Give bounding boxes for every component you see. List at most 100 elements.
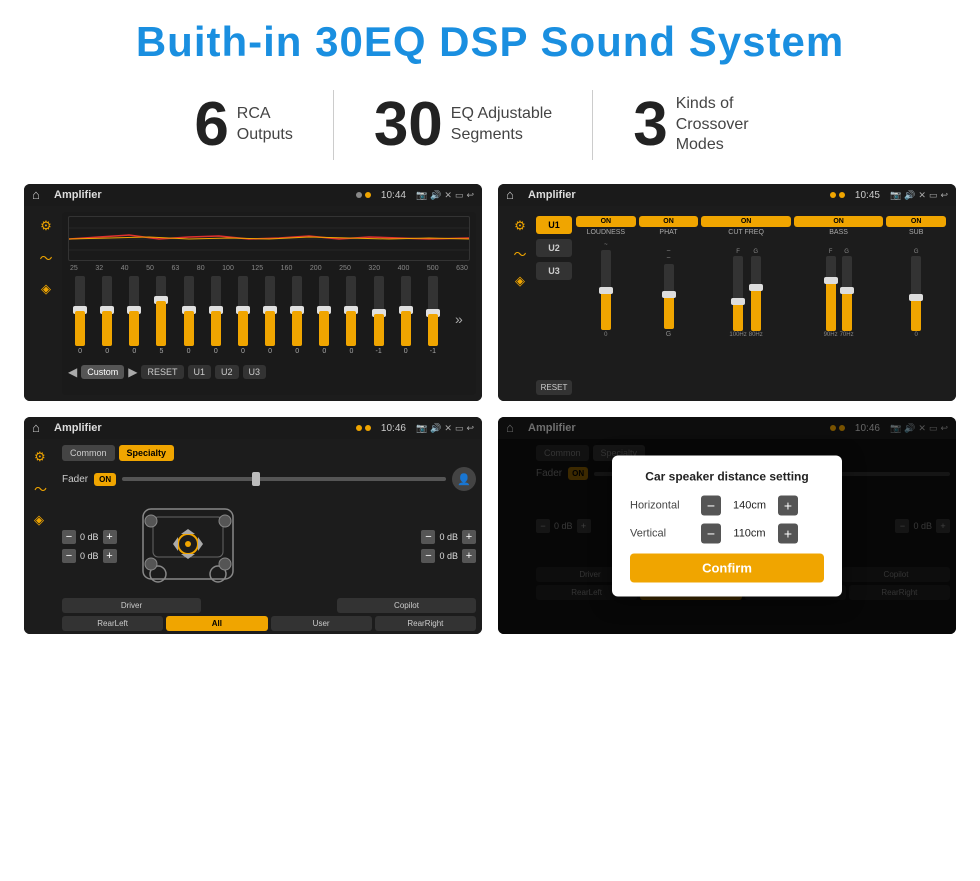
u1-btn[interactable]: U1 (188, 365, 212, 379)
xover-status-icons: 📷 🔊 ✕ ▭ ↩ (890, 190, 948, 201)
eq-slider-5[interactable]: 0 (211, 276, 221, 361)
horizontal-minus-btn[interactable]: − (701, 495, 721, 515)
eq-slider-6[interactable]: 0 (238, 276, 248, 361)
eq-slider-0[interactable]: 0 (75, 276, 85, 361)
freq-160: 160 (281, 265, 293, 272)
fader-thumb[interactable] (252, 472, 260, 486)
vertical-plus-btn[interactable]: + (778, 523, 798, 543)
copilot-btn[interactable]: Copilot (337, 598, 476, 613)
expand-icon[interactable]: » (455, 311, 463, 327)
eq-slider-12[interactable]: 0 (401, 276, 411, 361)
spk-fader-row: Fader ON 👤 (62, 467, 476, 491)
reset-btn[interactable]: RESET (141, 365, 183, 379)
eq-slider-4[interactable]: 0 (184, 276, 194, 361)
preset-custom-btn[interactable]: Custom (81, 365, 124, 379)
ch-on-bass[interactable]: ON (794, 216, 884, 227)
close-icon: ✕ (444, 190, 452, 201)
eq-content: ⚙ 〜 ◈ (24, 206, 482, 401)
avatar-btn[interactable]: 👤 (452, 467, 476, 491)
xover-reset-btn[interactable]: RESET (536, 380, 572, 395)
eq-slider-9[interactable]: 0 (319, 276, 329, 361)
eq-left-icons: ⚙ 〜 ◈ (30, 212, 62, 395)
eq-status-icons: 📷 🔊 ✕ ▭ ↩ (416, 190, 474, 201)
tab-specialty[interactable]: Specialty (119, 445, 175, 461)
spk-eq-icon[interactable]: ⚙ (34, 449, 58, 465)
tab-common[interactable]: Common (62, 445, 115, 461)
vol-rl-plus[interactable]: + (103, 549, 117, 563)
spk-wave-icon[interactable]: 〜 (34, 479, 58, 498)
spk-content: ⚙ 〜 ◈ Common Specialty Fader ON 👤 (24, 439, 482, 634)
vol-rr-plus[interactable]: + (462, 549, 476, 563)
vol-row-rr: − 0 dB + (421, 549, 476, 563)
back-icon[interactable]: ↩ (466, 190, 474, 201)
eq-slider-2[interactable]: 0 (129, 276, 139, 361)
user-btn[interactable]: User (271, 616, 372, 631)
home-icon[interactable]: ⌂ (32, 187, 48, 203)
eq-slider-8[interactable]: 0 (292, 276, 302, 361)
camera-icon: 📷 (416, 190, 427, 201)
vol-fr-plus[interactable]: + (462, 530, 476, 544)
vertical-row: Vertical − 110cm + (630, 523, 824, 543)
distance-dialog: Car speaker distance setting Horizontal … (612, 455, 842, 596)
all-btn[interactable]: All (166, 616, 267, 631)
xover-status-bar: ⌂ Amplifier 10:45 📷 🔊 ✕ ▭ ↩ (498, 184, 956, 206)
spk-bottom-row1: Driver Copilot (62, 598, 476, 613)
fader-label: Fader (62, 474, 88, 485)
u2-preset-btn[interactable]: U2 (536, 239, 572, 257)
rearleft-btn[interactable]: RearLeft (62, 616, 163, 631)
back-icon-xover[interactable]: ↩ (940, 190, 948, 201)
spk-back-icon[interactable]: ↩ (466, 423, 474, 434)
vol-rl-minus[interactable]: − (62, 549, 76, 563)
prev-btn[interactable]: ◀ (68, 365, 77, 379)
eq-slider-11[interactable]: -1 (374, 276, 384, 361)
speaker-icon[interactable]: ◈ (41, 281, 51, 297)
ch-label-loudness: LOUDNESS (587, 229, 626, 236)
eq-slider-3[interactable]: 5 (156, 276, 166, 361)
u3-btn[interactable]: U3 (243, 365, 267, 379)
equalizer-icon[interactable]: ⚙ (40, 218, 52, 234)
phat-sliders: ~ ~ G (664, 238, 674, 338)
horizontal-plus-btn[interactable]: + (778, 495, 798, 515)
xover-time: 10:45 (855, 190, 880, 201)
stat-label-crossover: Kinds ofCrossover Modes (676, 94, 786, 156)
u2-btn[interactable]: U2 (215, 365, 239, 379)
ch-on-phat[interactable]: ON (639, 216, 699, 227)
xover-wave-icon[interactable]: 〜 (513, 244, 526, 263)
vol-fl-plus[interactable]: + (103, 530, 117, 544)
xover-eq-icon[interactable]: ⚙ (514, 218, 526, 234)
next-btn[interactable]: ▶ (128, 365, 137, 379)
wave-icon[interactable]: 〜 (39, 248, 52, 267)
fader-bar[interactable] (122, 477, 446, 481)
right-volumes: − 0 dB + − 0 dB + (421, 530, 476, 563)
driver-btn[interactable]: Driver (62, 598, 201, 613)
eq-slider-1[interactable]: 0 (102, 276, 112, 361)
u1-preset-btn[interactable]: U1 (536, 216, 572, 234)
home-icon-xover[interactable]: ⌂ (506, 187, 522, 203)
eq-slider-7[interactable]: 0 (265, 276, 275, 361)
ch-label-cutfreq: CUT FREQ (728, 229, 764, 236)
spk-dot-2 (365, 425, 371, 431)
xover-spk-icon[interactable]: ◈ (515, 273, 525, 289)
ch-on-loudness[interactable]: ON (576, 216, 636, 227)
screenshots-grid: ⌂ Amplifier 10:44 📷 🔊 ✕ ▭ ↩ ⚙ 〜 ◈ (0, 176, 980, 654)
eq-slider-13[interactable]: -1 (428, 276, 438, 361)
fader-on-btn[interactable]: ON (94, 473, 116, 486)
vertical-minus-btn[interactable]: − (701, 523, 721, 543)
ch-on-cutfreq[interactable]: ON (701, 216, 791, 227)
vol-fr-minus[interactable]: − (421, 530, 435, 544)
u3-preset-btn[interactable]: U3 (536, 262, 572, 280)
horizontal-row: Horizontal − 140cm + (630, 495, 824, 515)
left-volumes: − 0 dB + − 0 dB + (62, 530, 117, 563)
vol-fl-minus[interactable]: − (62, 530, 76, 544)
rearright-btn[interactable]: RearRight (375, 616, 476, 631)
eq-main-area: 25 32 40 50 63 80 100 125 160 200 250 32… (62, 212, 476, 395)
home-icon-spk[interactable]: ⌂ (32, 420, 48, 436)
dialog-title: Car speaker distance setting (630, 469, 824, 483)
spk-vol-icon: 🔊 (430, 423, 441, 434)
confirm-button[interactable]: Confirm (630, 553, 824, 582)
spk-spk-icon[interactable]: ◈ (34, 512, 58, 528)
freq-500: 500 (427, 265, 439, 272)
ch-on-sub[interactable]: ON (886, 216, 946, 227)
vol-rr-minus[interactable]: − (421, 549, 435, 563)
eq-slider-10[interactable]: 0 (346, 276, 356, 361)
